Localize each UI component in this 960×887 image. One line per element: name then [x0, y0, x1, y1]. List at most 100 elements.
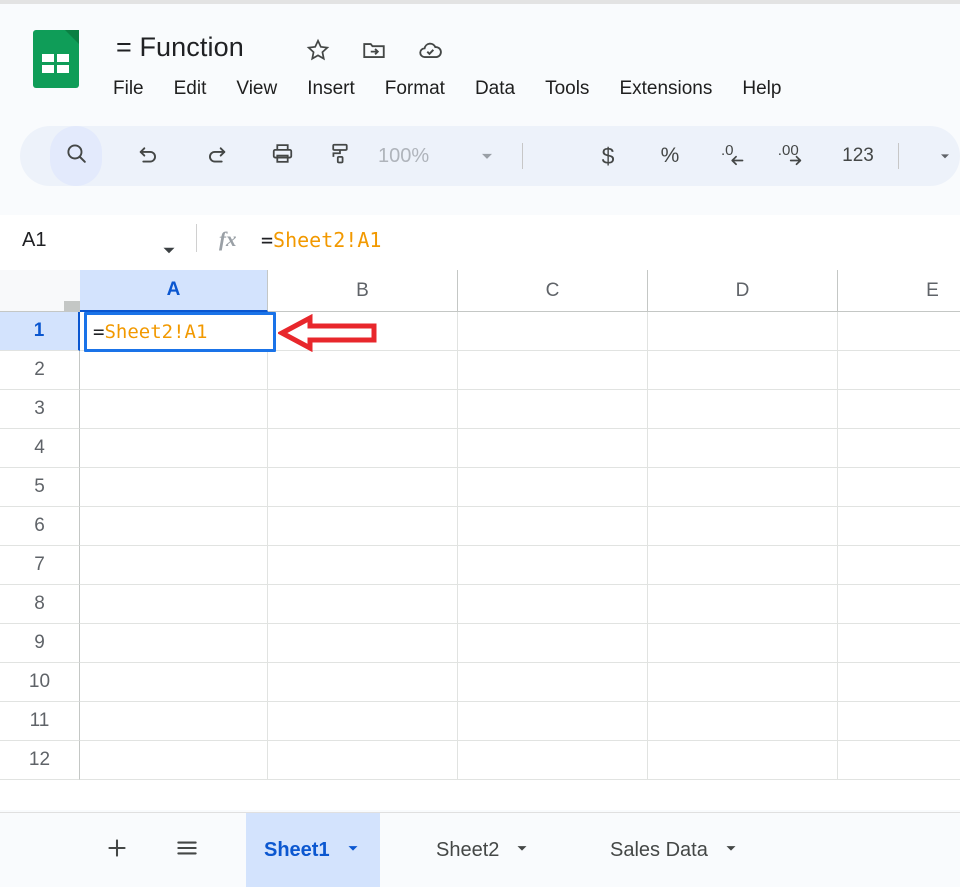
cell-C6[interactable]: [458, 507, 648, 546]
active-cell-editor[interactable]: =Sheet2!A1: [84, 312, 276, 352]
menu-item-help[interactable]: Help: [742, 78, 781, 100]
increase-decimal-button[interactable]: .00: [769, 126, 821, 186]
all-sheets-button[interactable]: [166, 829, 208, 871]
cell-E11[interactable]: [838, 702, 960, 741]
number-format-button[interactable]: 123: [832, 126, 884, 186]
caret-down-icon[interactable]: [344, 839, 362, 863]
sheet-tab-sheet2[interactable]: Sheet2: [418, 813, 549, 887]
cell-D1[interactable]: [648, 312, 838, 351]
sheet-tab-sales-data[interactable]: Sales Data: [592, 813, 758, 887]
cell-B8[interactable]: [268, 585, 458, 624]
page-title[interactable]: = Function: [116, 32, 244, 63]
search-button[interactable]: [50, 126, 102, 186]
cloud-saved-icon[interactable]: [417, 37, 443, 63]
cell-A4[interactable]: [80, 429, 268, 468]
name-box-chevron-down-icon[interactable]: [158, 239, 180, 266]
cell-C12[interactable]: [458, 741, 648, 780]
cell-A3[interactable]: [80, 390, 268, 429]
cell-B2[interactable]: [268, 351, 458, 390]
cell-C2[interactable]: [458, 351, 648, 390]
column-header-e[interactable]: E: [838, 270, 960, 312]
column-header-b[interactable]: B: [268, 270, 458, 312]
cell-E9[interactable]: [838, 624, 960, 663]
cell-B9[interactable]: [268, 624, 458, 663]
row-header-6[interactable]: 6: [0, 507, 80, 546]
cell-D12[interactable]: [648, 741, 838, 780]
cell-A8[interactable]: [80, 585, 268, 624]
select-all-corner[interactable]: [0, 270, 80, 312]
cell-A6[interactable]: [80, 507, 268, 546]
cell-D10[interactable]: [648, 663, 838, 702]
menu-item-format[interactable]: Format: [385, 78, 445, 100]
percent-format-button[interactable]: %: [649, 126, 691, 186]
cell-D8[interactable]: [648, 585, 838, 624]
sheet-tab-sheet1[interactable]: Sheet1: [246, 813, 380, 887]
row-header-8[interactable]: 8: [0, 585, 80, 624]
row-header-2[interactable]: 2: [0, 351, 80, 390]
cell-C7[interactable]: [458, 546, 648, 585]
cell-C10[interactable]: [458, 663, 648, 702]
cell-A10[interactable]: [80, 663, 268, 702]
cell-C8[interactable]: [458, 585, 648, 624]
cell-D11[interactable]: [648, 702, 838, 741]
column-header-d[interactable]: D: [648, 270, 838, 312]
cell-E7[interactable]: [838, 546, 960, 585]
cell-C3[interactable]: [458, 390, 648, 429]
cell-D2[interactable]: [648, 351, 838, 390]
formula-input[interactable]: =Sheet2!A1: [261, 228, 381, 252]
cell-A9[interactable]: [80, 624, 268, 663]
decrease-decimal-button[interactable]: .0: [711, 126, 759, 186]
cell-B10[interactable]: [268, 663, 458, 702]
cell-B3[interactable]: [268, 390, 458, 429]
cell-E4[interactable]: [838, 429, 960, 468]
cell-B6[interactable]: [268, 507, 458, 546]
cell-A12[interactable]: [80, 741, 268, 780]
cell-D5[interactable]: [648, 468, 838, 507]
undo-button[interactable]: [124, 126, 172, 186]
star-icon[interactable]: [305, 37, 331, 63]
menu-item-extensions[interactable]: Extensions: [619, 78, 712, 100]
print-button[interactable]: [258, 126, 306, 186]
chevron-down-icon[interactable]: [470, 126, 504, 186]
row-header-7[interactable]: 7: [0, 546, 80, 585]
column-header-c[interactable]: C: [458, 270, 648, 312]
cell-D9[interactable]: [648, 624, 838, 663]
menu-item-view[interactable]: View: [236, 78, 277, 100]
cell-E2[interactable]: [838, 351, 960, 390]
cell-E5[interactable]: [838, 468, 960, 507]
cell-D3[interactable]: [648, 390, 838, 429]
row-header-4[interactable]: 4: [0, 429, 80, 468]
currency-format-button[interactable]: $: [587, 126, 629, 186]
cell-A11[interactable]: [80, 702, 268, 741]
cell-E12[interactable]: [838, 741, 960, 780]
cell-C11[interactable]: [458, 702, 648, 741]
cell-D7[interactable]: [648, 546, 838, 585]
menu-item-edit[interactable]: Edit: [174, 78, 207, 100]
cell-A2[interactable]: [80, 351, 268, 390]
menu-item-tools[interactable]: Tools: [545, 78, 589, 100]
cell-A5[interactable]: [80, 468, 268, 507]
row-header-9[interactable]: 9: [0, 624, 80, 663]
cell-E6[interactable]: [838, 507, 960, 546]
row-header-10[interactable]: 10: [0, 663, 80, 702]
menu-item-data[interactable]: Data: [475, 78, 515, 100]
cell-C4[interactable]: [458, 429, 648, 468]
column-header-a[interactable]: A: [80, 270, 268, 312]
cell-B4[interactable]: [268, 429, 458, 468]
paint-format-button[interactable]: [316, 126, 364, 186]
cell-B11[interactable]: [268, 702, 458, 741]
cell-D4[interactable]: [648, 429, 838, 468]
cell-E3[interactable]: [838, 390, 960, 429]
cell-B7[interactable]: [268, 546, 458, 585]
cell-C5[interactable]: [458, 468, 648, 507]
cell-E1[interactable]: [838, 312, 960, 351]
redo-button[interactable]: [192, 126, 240, 186]
caret-down-icon[interactable]: [722, 839, 740, 863]
menu-item-insert[interactable]: Insert: [307, 78, 355, 100]
more-toolbar-items-icon[interactable]: [930, 126, 960, 186]
row-header-11[interactable]: 11: [0, 702, 80, 741]
cell-C1[interactable]: [458, 312, 648, 351]
row-header-5[interactable]: 5: [0, 468, 80, 507]
move-to-folder-icon[interactable]: [361, 37, 387, 63]
add-sheet-button[interactable]: [96, 829, 138, 871]
